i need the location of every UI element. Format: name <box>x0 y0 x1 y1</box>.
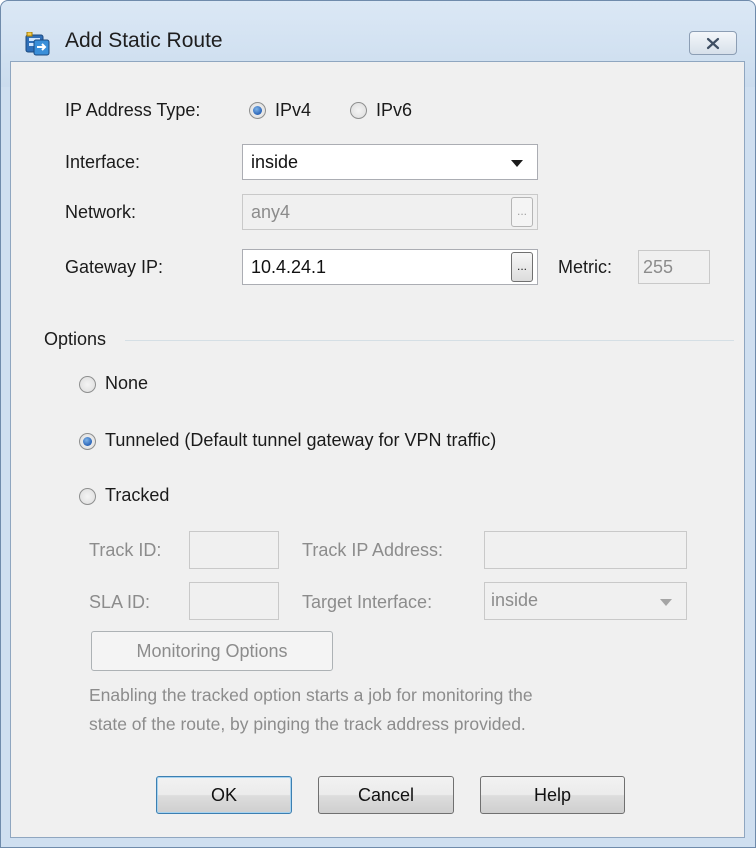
tunneled-label[interactable]: Tunneled (Default tunnel gateway for VPN… <box>105 430 496 451</box>
tracked-help-line-1: Enabling the tracked option starts a job… <box>89 685 533 705</box>
gateway-browse-button[interactable]: ... <box>511 252 533 282</box>
metric-label: Metric: <box>558 257 612 277</box>
gateway-ip-field[interactable]: 10.4.24.1 <box>242 249 538 285</box>
network-field[interactable]: any4 <box>242 194 538 230</box>
network-label: Network: <box>65 202 137 222</box>
cancel-button[interactable]: Cancel <box>318 776 454 814</box>
target-interface-select[interactable]: inside <box>484 582 687 620</box>
static-route-icon <box>25 31 51 56</box>
options-divider <box>125 340 734 341</box>
track-id-field[interactable] <box>189 531 279 569</box>
none-label[interactable]: None <box>105 373 148 394</box>
chevron-down-icon <box>660 599 672 606</box>
sla-id-label: SLA ID: <box>89 592 151 612</box>
ipv6-label[interactable]: IPv6 <box>376 100 412 121</box>
track-ip-label: Track IP Address: <box>302 540 444 560</box>
ok-button[interactable]: OK <box>156 776 292 814</box>
sla-id-field[interactable] <box>189 582 279 620</box>
target-interface-value: inside <box>491 590 539 610</box>
gateway-label: Gateway IP: <box>65 257 164 277</box>
close-button[interactable] <box>689 31 737 55</box>
ip-type-label: IP Address Type: <box>65 100 201 120</box>
chevron-down-icon <box>511 160 523 167</box>
tracked-label[interactable]: Tracked <box>105 485 169 506</box>
ipv4-radio[interactable] <box>249 102 266 119</box>
interface-value: inside <box>251 152 299 172</box>
metric-field[interactable]: 255 <box>638 250 710 284</box>
add-static-route-dialog: Add Static Route IP Address Type: IPv4 I… <box>0 0 756 848</box>
tunneled-radio[interactable] <box>79 433 96 450</box>
interface-label: Interface: <box>65 152 141 172</box>
interface-select[interactable]: inside <box>242 144 538 180</box>
network-browse-button[interactable]: ... <box>511 197 533 227</box>
gateway-ip-value: 10.4.24.1 <box>251 257 327 277</box>
network-value: any4 <box>251 202 291 222</box>
monitoring-options-button[interactable]: Monitoring Options <box>91 631 333 671</box>
ipv6-radio[interactable] <box>350 102 367 119</box>
close-icon <box>706 37 720 50</box>
options-group-title: Options <box>44 329 107 349</box>
track-id-label: Track ID: <box>89 540 162 560</box>
none-radio[interactable] <box>79 376 96 393</box>
dialog-title: Add Static Route <box>65 29 223 52</box>
tracked-help-line-2: state of the route, by pinging the track… <box>89 714 526 734</box>
tracked-radio[interactable] <box>79 488 96 505</box>
metric-value: 255 <box>643 257 674 277</box>
target-interface-label: Target Interface: <box>302 592 433 612</box>
ipv4-label[interactable]: IPv4 <box>275 100 311 121</box>
track-ip-field[interactable] <box>484 531 687 569</box>
help-button[interactable]: Help <box>480 776 625 814</box>
